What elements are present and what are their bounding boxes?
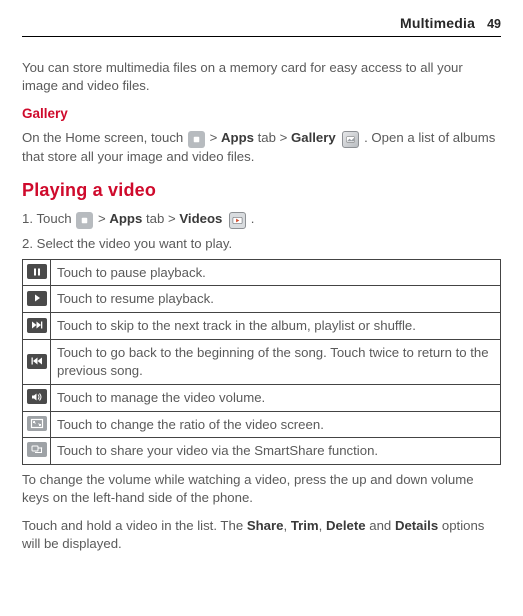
volume-note: To change the volume while watching a vi… [22, 471, 501, 507]
pause-icon [27, 264, 47, 279]
home-icon [76, 212, 93, 229]
icon-cell [23, 313, 51, 340]
icon-cell [23, 259, 51, 286]
control-desc: Touch to manage the video volume. [51, 384, 501, 411]
page-header: Multimedia 49 [22, 14, 501, 37]
text: tab > [258, 130, 291, 145]
page-number: 49 [487, 16, 501, 33]
share-label: Share [247, 518, 284, 533]
table-row: Touch to share your video via the SmartS… [23, 438, 501, 465]
table-row: Touch to manage the video volume. [23, 384, 501, 411]
home-icon [188, 131, 205, 148]
gallery-instruction: On the Home screen, touch > Apps tab > G… [22, 129, 501, 166]
text: Select the video you want to play. [37, 236, 233, 251]
text: Touch [36, 211, 75, 226]
next-track-icon [27, 318, 47, 333]
text: and [369, 518, 395, 533]
icon-cell [23, 286, 51, 313]
gallery-icon [342, 131, 359, 148]
step-2: 2. Select the video you want to play. [22, 235, 501, 253]
gt: > [98, 211, 109, 226]
icon-cell [23, 411, 51, 438]
text: Touch and hold a video in the list. The [22, 518, 247, 533]
apps-label: Apps [109, 211, 142, 226]
header-title: Multimedia [400, 14, 475, 33]
table-row: Touch to change the ratio of the video s… [23, 411, 501, 438]
icon-cell [23, 340, 51, 385]
play-icon [27, 291, 47, 306]
gt: > [210, 130, 221, 145]
icon-cell [23, 438, 51, 465]
smartshare-icon [27, 442, 47, 457]
control-desc: Touch to go back to the beginning of the… [51, 340, 501, 385]
control-desc: Touch to change the ratio of the video s… [51, 411, 501, 438]
text: , [319, 518, 326, 533]
prev-track-icon [27, 354, 47, 369]
apps-label: Apps [221, 130, 254, 145]
text: tab > [146, 211, 179, 226]
details-label: Details [395, 518, 438, 533]
volume-icon [27, 389, 47, 404]
table-row: Touch to pause playback. [23, 259, 501, 286]
control-desc: Touch to skip to the next track in the a… [51, 313, 501, 340]
control-desc: Touch to pause playback. [51, 259, 501, 286]
gallery-heading: Gallery [22, 105, 501, 123]
ratio-icon [27, 416, 47, 431]
gallery-label: Gallery [291, 130, 336, 145]
videos-label: Videos [179, 211, 222, 226]
control-desc: Touch to share your video via the SmartS… [51, 438, 501, 465]
text: On the Home screen, touch [22, 130, 187, 145]
delete-label: Delete [326, 518, 366, 533]
intro-paragraph: You can store multimedia files on a memo… [22, 59, 501, 95]
trim-label: Trim [291, 518, 319, 533]
videos-icon [229, 212, 246, 229]
icon-cell [23, 384, 51, 411]
table-row: Touch to go back to the beginning of the… [23, 340, 501, 385]
step-1: 1. Touch > Apps tab > Videos . [22, 210, 501, 229]
controls-table: Touch to pause playback. Touch to resume… [22, 259, 501, 466]
text: . [251, 211, 255, 226]
table-row: Touch to skip to the next track in the a… [23, 313, 501, 340]
longpress-note: Touch and hold a video in the list. The … [22, 517, 501, 553]
text: , [283, 518, 290, 533]
playing-video-heading: Playing a video [22, 178, 501, 202]
table-row: Touch to resume playback. [23, 286, 501, 313]
control-desc: Touch to resume playback. [51, 286, 501, 313]
